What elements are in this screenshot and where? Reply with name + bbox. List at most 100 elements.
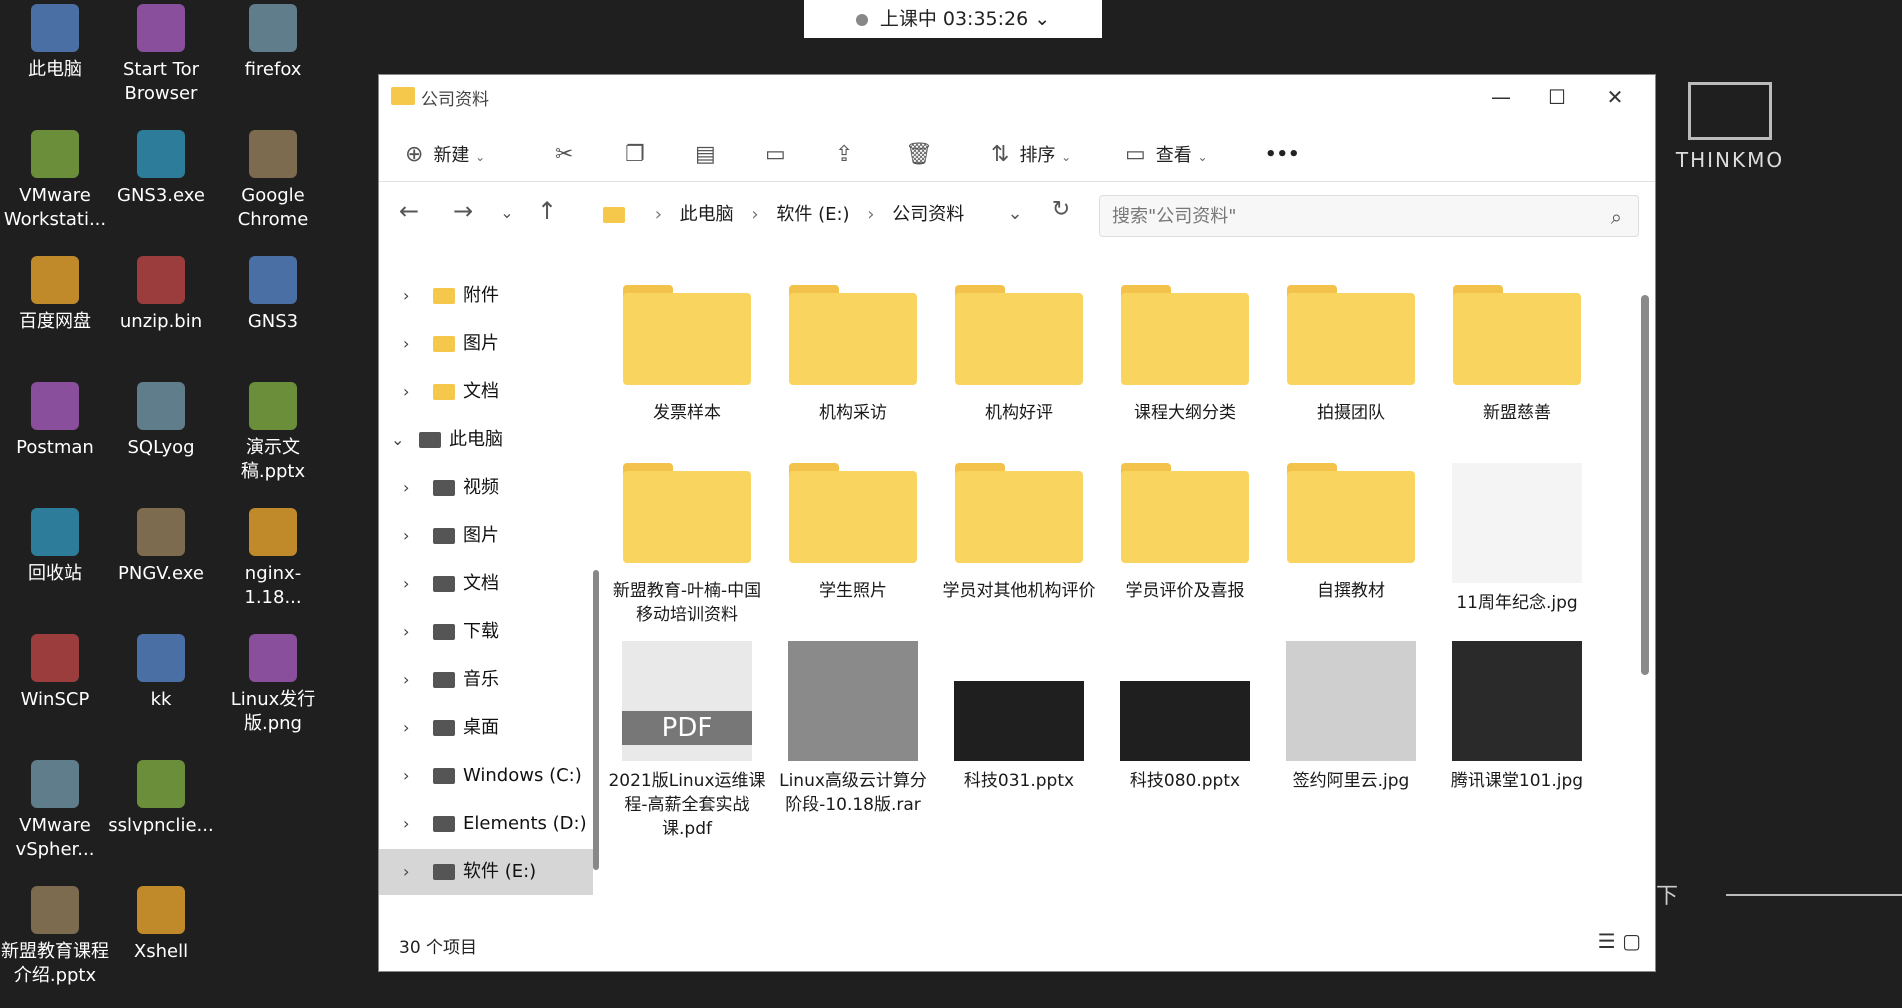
desktop-icon[interactable]: SQLyog (106, 382, 216, 460)
search-input[interactable]: 搜索"公司资料" ⌕ (1099, 195, 1639, 237)
sidebar-item[interactable]: › 软件 (E:) (379, 849, 593, 895)
sidebar-item[interactable]: › 音乐 (379, 657, 593, 703)
sidebar-item[interactable]: › Windows (C:) (379, 753, 593, 799)
sidebar-item[interactable]: › Elements (D:) (379, 801, 593, 847)
desktop-icon[interactable]: GNS3.exe (106, 130, 216, 208)
title-bar[interactable]: 公司资料 — ☐ ✕ (379, 75, 1655, 119)
collapse-chevron-icon[interactable]: › (403, 465, 409, 511)
view-toggle[interactable]: ☰ ▢ (1598, 929, 1641, 953)
collapse-chevron-icon[interactable]: › (403, 753, 409, 799)
sidebar-item[interactable]: › 文档 (379, 369, 593, 415)
desktop-icon[interactable]: 此电脑 (0, 4, 110, 82)
delete-button[interactable]: 🗑 (905, 137, 943, 173)
file-item[interactable]: Linux高级云计算分阶段-10.18版.rar (773, 641, 933, 817)
sidebar-item[interactable]: › 视频 (379, 465, 593, 511)
picture-icon (433, 528, 455, 544)
collapse-chevron-icon[interactable]: › (403, 849, 409, 895)
more-options-button[interactable]: ••• (1265, 137, 1300, 173)
copy-button[interactable]: ❐ (625, 137, 655, 173)
desktop-icon[interactable]: 演示文稿.pptx (218, 382, 328, 484)
desktop-icon[interactable]: WinSCP (0, 634, 110, 712)
desktop-icon[interactable]: Xshell (106, 886, 216, 964)
collapse-chevron-icon[interactable]: › (403, 609, 409, 655)
folder-item[interactable]: 机构采访 (773, 285, 933, 425)
desktop-icon[interactable]: VMware Workstati... (0, 130, 110, 232)
maximize-button[interactable]: ☐ (1529, 81, 1585, 113)
folder-item[interactable]: 学员评价及喜报 (1105, 463, 1265, 603)
up-arrow-icon[interactable]: ↑ (529, 197, 565, 225)
file-item[interactable]: 科技080.pptx (1105, 641, 1265, 793)
desktop-icon[interactable]: nginx-1.18... (218, 508, 328, 610)
close-button[interactable]: ✕ (1587, 81, 1643, 113)
cut-button[interactable]: ✂ (555, 137, 583, 173)
tiles-view-icon[interactable]: ▢ (1622, 929, 1641, 953)
collapse-chevron-icon[interactable]: › (403, 321, 409, 367)
collapse-chevron-icon[interactable]: › (403, 513, 409, 559)
sidebar-item[interactable]: ⌄ 此电脑 (379, 417, 593, 463)
sidebar-item[interactable]: › 桌面 (379, 705, 593, 751)
sidebar-item[interactable]: › 图片 (379, 321, 593, 367)
folder-item[interactable]: 学员对其他机构评价 (939, 463, 1099, 603)
file-item[interactable]: 科技031.pptx (939, 641, 1099, 793)
file-item[interactable]: PDF 2021版Linux运维课程-高薪全套实战课.pdf (607, 641, 767, 841)
back-arrow-icon[interactable]: ← (391, 197, 427, 225)
desktop-icon[interactable]: 百度网盘 (0, 256, 110, 334)
share-button[interactable]: ⇪ (835, 137, 863, 173)
collapse-chevron-icon[interactable]: › (403, 561, 409, 607)
paste-button[interactable]: ▤ (695, 137, 726, 173)
breadcrumb-item[interactable]: 此电脑 (680, 204, 734, 225)
dropdown-chevron-icon[interactable]: ⌄ (997, 203, 1033, 224)
desktop-icon[interactable]: 新盟教育课程介绍.pptx (0, 886, 110, 988)
desktop-icon[interactable]: 回收站 (0, 508, 110, 586)
desktop-icon[interactable]: sslvpnclie... (106, 760, 216, 838)
expand-chevron-icon[interactable]: ⌄ (391, 417, 404, 463)
breadcrumb-item[interactable]: 公司资料 (892, 204, 964, 225)
collapse-chevron-icon[interactable]: › (403, 369, 409, 415)
sidebar-item[interactable]: › 图片 (379, 513, 593, 559)
collapse-chevron-icon[interactable]: › (403, 705, 409, 751)
desktop-icon[interactable]: kk (106, 634, 216, 712)
sidebar-item[interactable]: › 下载 (379, 609, 593, 655)
folder-item[interactable]: 自撰教材 (1271, 463, 1431, 603)
desktop-icon[interactable]: Google Chrome (218, 130, 328, 232)
details-view-icon[interactable]: ☰ (1598, 929, 1616, 953)
desktop-icon-label: 回收站 (28, 563, 82, 584)
breadcrumb-item[interactable]: 软件 (E:) (776, 204, 849, 225)
desktop-icon[interactable]: unzip.bin (106, 256, 216, 334)
desktop-icon[interactable]: Postman (0, 382, 110, 460)
folder-item[interactable]: 发票样本 (607, 285, 767, 425)
sidebar-scrollbar[interactable] (593, 570, 599, 870)
folder-item[interactable]: 机构好评 (939, 285, 1099, 425)
desktop-icon[interactable]: Start Tor Browser (106, 4, 216, 106)
folder-item[interactable]: 新盟慈善 (1437, 285, 1597, 425)
sidebar-item[interactable]: › 附件 (379, 273, 593, 319)
file-item[interactable]: 腾讯课堂101.jpg (1437, 641, 1597, 793)
desktop-icon[interactable]: GNS3 (218, 256, 328, 334)
recent-chevron-icon[interactable]: ⌄ (489, 203, 525, 222)
desktop-icon[interactable]: VMware vSpher... (0, 760, 110, 862)
desktop-icon[interactable]: firefox (218, 4, 328, 82)
desktop-icon[interactable]: Linux发行版.png (218, 634, 328, 736)
collapse-chevron-icon[interactable]: › (403, 657, 409, 703)
folder-item[interactable]: 拍摄团队 (1271, 285, 1431, 425)
recording-timer[interactable]: 上课中 03:35:26 ⌄ (804, 0, 1102, 38)
sort-button[interactable]: ⇅ 排序 ⌄ (991, 137, 1071, 173)
desktop-icon[interactable]: PNGV.exe (106, 508, 216, 586)
file-item[interactable]: 签约阿里云.jpg (1271, 641, 1431, 793)
collapse-chevron-icon[interactable]: › (403, 801, 409, 847)
view-button[interactable]: ▭ 查看 ⌄ (1125, 137, 1208, 173)
folder-item[interactable]: 新盟教育-叶楠-中国移动培训资料 (607, 463, 767, 627)
folder-item[interactable]: 课程大纲分类 (1105, 285, 1265, 425)
new-button[interactable]: ⊕ 新建 ⌄ (405, 137, 485, 173)
refresh-icon[interactable]: ↻ (1043, 197, 1079, 222)
minimize-button[interactable]: — (1473, 81, 1529, 113)
rename-button[interactable]: ▭ (765, 137, 796, 173)
forward-arrow-icon[interactable]: → (445, 197, 481, 225)
folder-item[interactable]: 学生照片 (773, 463, 933, 603)
desktop-icon-label: Linux发行版.png (230, 689, 316, 734)
content-scrollbar[interactable] (1641, 295, 1649, 675)
collapse-chevron-icon[interactable]: › (403, 273, 409, 319)
file-view: 发票样本 机构采访 机构好评 课程大纲分类 拍摄团队 新盟慈善新盟教育-叶楠-中国移动培训… (607, 285, 1627, 925)
sidebar-item[interactable]: › 文档 (379, 561, 593, 607)
file-item[interactable]: 11周年纪念.jpg (1437, 463, 1597, 615)
